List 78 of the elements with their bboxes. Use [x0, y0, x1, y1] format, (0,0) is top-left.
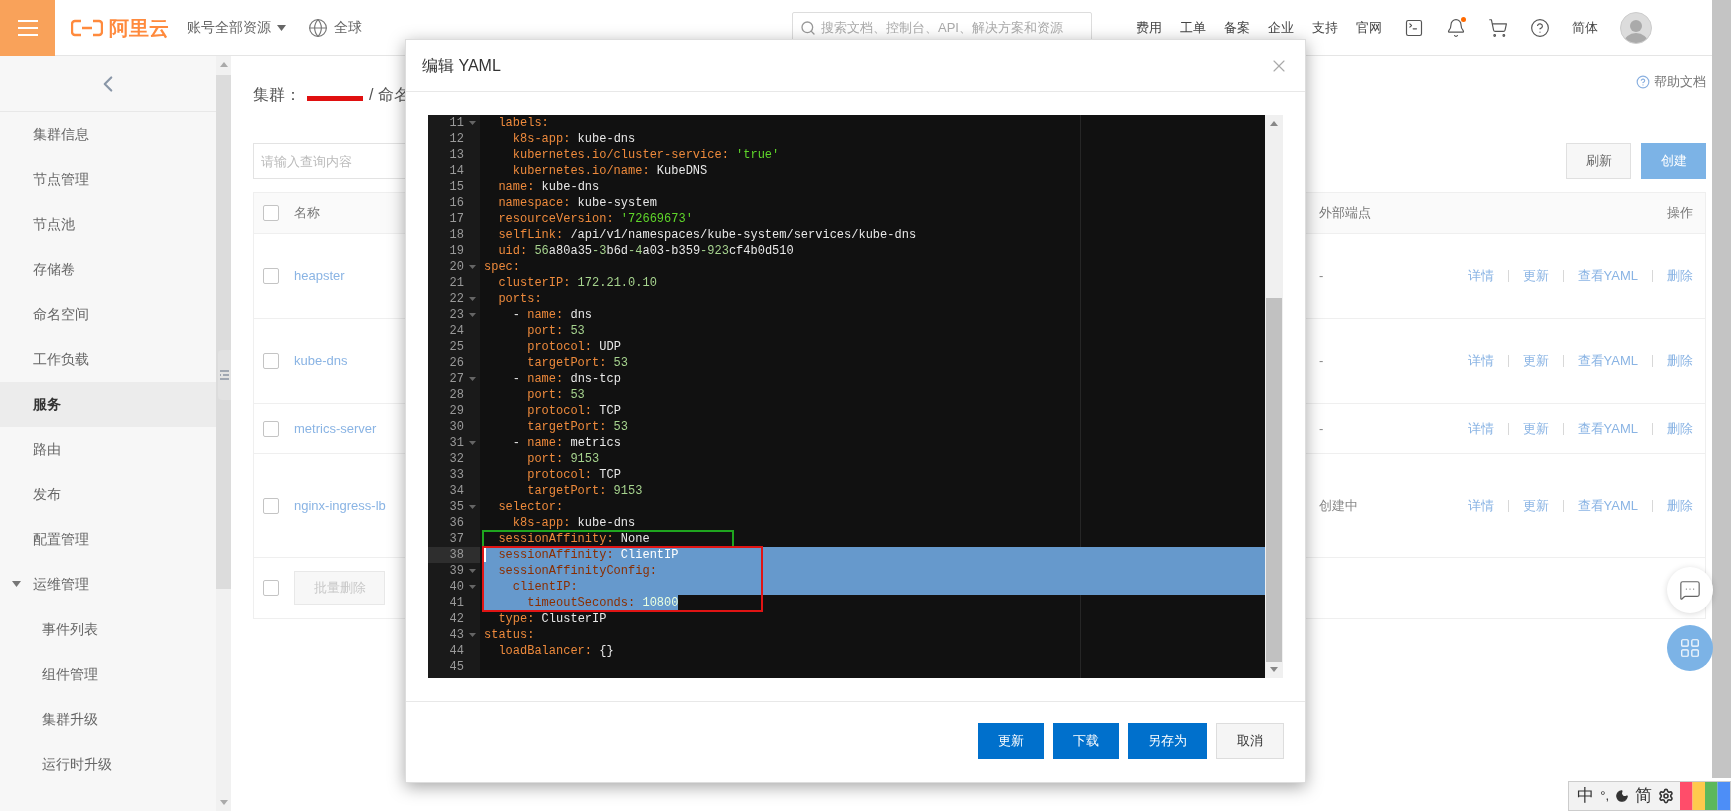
code-line: uid: 56a80a35-3b6d-4a03-b359-923cf4b0d510: [497, 243, 794, 259]
line-number: 27: [448, 371, 464, 387]
code-line: clientIP:: [511, 579, 578, 595]
table-cell: 创建中: [1319, 497, 1358, 513]
line-number: 45: [448, 659, 464, 675]
line-number: 14: [448, 163, 464, 179]
line-number: 24: [448, 323, 464, 339]
line-number: 17: [448, 211, 464, 227]
line-number: 19: [448, 243, 464, 259]
code-line: k8s-app: kube-dns: [511, 515, 636, 531]
line-number: 29: [448, 403, 464, 419]
table-cell: -: [1319, 268, 1324, 284]
line-number: 32: [448, 451, 464, 467]
code-line: targetPort: 53: [526, 419, 629, 435]
code-line: k8s-app: kube-dns: [511, 131, 636, 147]
breadcrumb-label: 集群：: [253, 85, 301, 105]
line-number: 13: [448, 147, 464, 163]
line-number: 26: [448, 355, 464, 371]
table-cell: -: [1319, 353, 1324, 369]
line-number: 16: [448, 195, 464, 211]
line-number: 11: [448, 115, 464, 131]
line-number: 35: [448, 499, 464, 515]
code-line: loadBalancer: {}: [497, 643, 614, 659]
line-number: 37: [448, 531, 464, 547]
line-number: 18: [448, 227, 464, 243]
line-number: 33: [448, 467, 464, 483]
logo-text: 阿里云: [109, 15, 169, 41]
line-number: 38: [448, 547, 464, 563]
code-line: sessionAffinity: ClientIP: [497, 547, 679, 563]
table-cell: -: [1319, 420, 1324, 436]
code-line: selfLink: /api/v1/namespaces/kube-system/services/kube-dns: [497, 227, 917, 243]
code-line: protocol: UDP: [526, 339, 621, 355]
line-number: 15: [448, 179, 464, 195]
line-number: 28: [448, 387, 464, 403]
line-number: 34: [448, 483, 464, 499]
line-number: 31: [448, 435, 464, 451]
code-line: name: kube-dns: [497, 179, 600, 195]
code-line: selector:: [497, 499, 564, 515]
line-number: 43: [448, 627, 464, 643]
code-line: protocol: TCP: [526, 403, 621, 419]
line-number: 12: [448, 131, 464, 147]
line-number: 42: [448, 611, 464, 627]
code-line: - name: dns-tcp: [511, 371, 621, 387]
line-number: 23: [448, 307, 464, 323]
code-line: resourceVersion: '72669673': [497, 211, 693, 227]
code-line: type: ClusterIP: [497, 611, 607, 627]
code-line: targetPort: 9153: [526, 483, 643, 499]
column-header: 名称: [294, 205, 320, 221]
code-line: labels:: [497, 115, 549, 131]
line-number: 30: [448, 419, 464, 435]
line-number: 21: [448, 275, 464, 291]
code-line: sessionAffinity: None: [497, 531, 650, 547]
line-number: 22: [448, 291, 464, 307]
code-line: kubernetes.io/name: KubeDNS: [511, 163, 708, 179]
code-line: port: 53: [526, 323, 585, 339]
line-number: 40: [448, 579, 464, 595]
code-line: sessionAffinityConfig:: [497, 563, 657, 579]
code-line: status:: [484, 627, 535, 643]
code-line: targetPort: 53: [526, 355, 629, 371]
code-line: namespace: kube-system: [497, 195, 657, 211]
code-line: spec:: [484, 259, 520, 275]
line-number: 20: [448, 259, 464, 275]
line-number: 39: [448, 563, 464, 579]
column-header: 外部端点: [1319, 205, 1371, 221]
code-line: kubernetes.io/cluster-service: 'true': [511, 147, 780, 163]
code-line: port: 9153: [526, 451, 600, 467]
code-line: protocol: TCP: [526, 467, 621, 483]
line-number: 25: [448, 339, 464, 355]
code-line: - name: dns: [511, 307, 593, 323]
code-line: - name: metrics: [511, 435, 621, 451]
line-number: 44: [448, 643, 464, 659]
code-line: ports:: [497, 291, 542, 307]
line-number: 36: [448, 515, 464, 531]
column-header: 操作: [1667, 204, 1694, 223]
dialog-title: 编辑 YAML: [422, 55, 501, 76]
code-line: clusterIP: 172.21.0.10: [497, 275, 657, 291]
code-line: port: 53: [526, 387, 585, 403]
line-number: 41: [448, 595, 464, 611]
